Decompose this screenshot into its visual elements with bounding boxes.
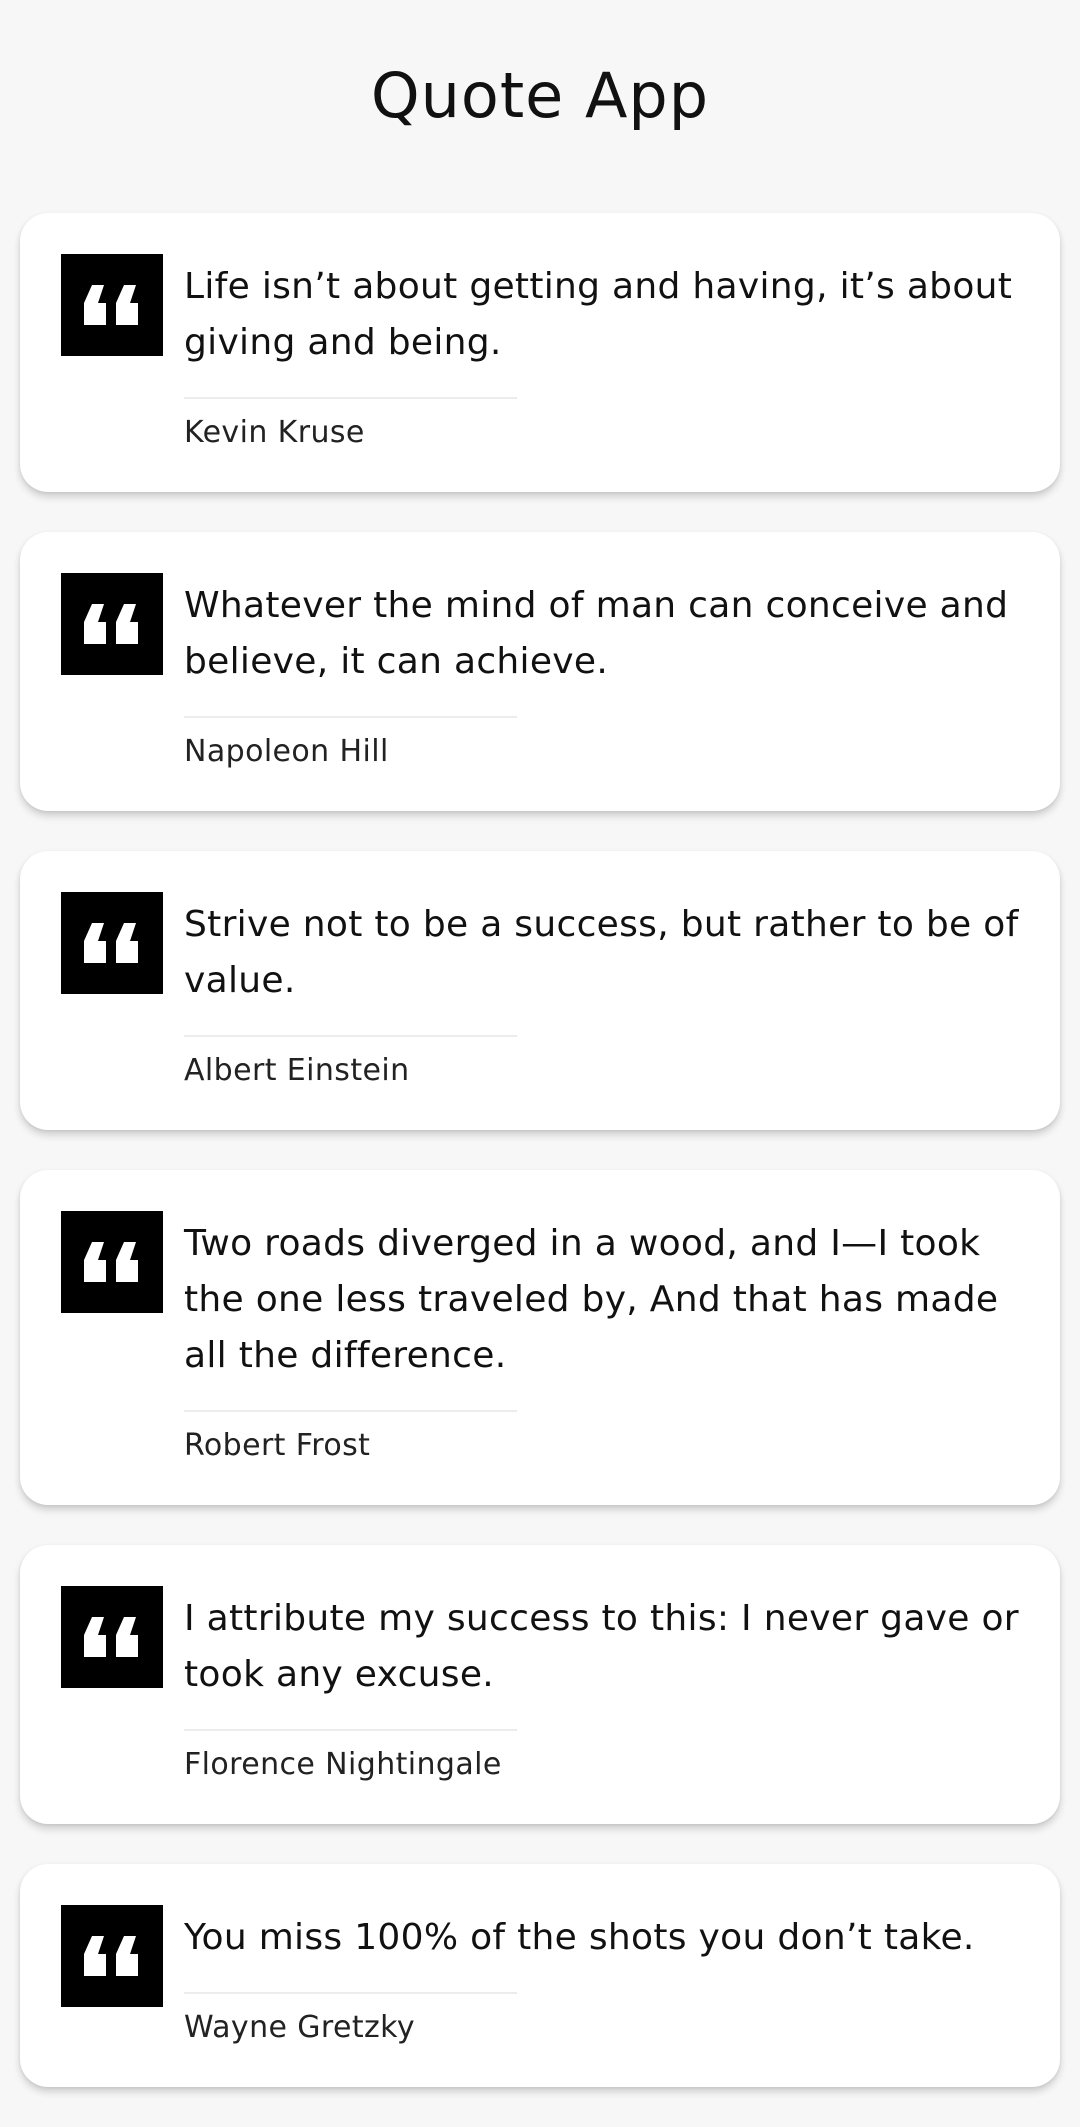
quote-author: Wayne Gretzky — [184, 2010, 416, 2045]
quote-text: I attribute my success to this: I never … — [184, 1598, 1019, 1695]
quote-divider — [184, 716, 517, 718]
quote-body: Whatever the mind of man can conceive an… — [184, 573, 1060, 772]
quote-divider — [184, 1035, 517, 1037]
quote-author: Albert Einstein — [184, 1053, 410, 1088]
quote-body: Strive not to be a success, but rather t… — [184, 892, 1060, 1091]
quote-body: Life isn’t about getting and having, it’… — [184, 254, 1060, 453]
quote-card[interactable]: Two roads diverged in a wood, and I—I to… — [20, 1170, 1060, 1505]
quote-icon — [61, 892, 163, 994]
quote-divider — [184, 397, 517, 399]
quote-icon — [61, 1586, 163, 1688]
quote-author: Florence Nightingale — [184, 1747, 502, 1782]
quote-body: You miss 100% of the shots you don’t tak… — [184, 1905, 1060, 2048]
quote-text: Life isn’t about getting and having, it’… — [184, 266, 1013, 363]
quote-text: Whatever the mind of man can conceive an… — [184, 585, 1009, 682]
quote-author: Napoleon Hill — [184, 734, 389, 769]
quote-icon — [61, 1905, 163, 2007]
quote-icon — [61, 573, 163, 675]
quote-divider — [184, 1410, 517, 1412]
quote-text: Strive not to be a success, but rather t… — [184, 904, 1019, 1001]
quote-card[interactable]: Strive not to be a success, but rather t… — [20, 851, 1060, 1130]
quote-author: Kevin Kruse — [184, 415, 365, 450]
quote-icon — [61, 254, 163, 356]
quote-card[interactable]: You miss 100% of the shots you don’t tak… — [20, 1864, 1060, 2087]
quote-text: Two roads diverged in a wood, and I—I to… — [184, 1223, 999, 1376]
quote-body: I attribute my success to this: I never … — [184, 1586, 1060, 1785]
quote-icon — [61, 1211, 163, 1313]
quote-body: Two roads diverged in a wood, and I—I to… — [184, 1211, 1060, 1466]
page-title: Quote App — [370, 59, 710, 132]
quote-list: Life isn’t about getting and having, it’… — [20, 213, 1060, 2127]
quote-divider — [184, 1729, 517, 1731]
quote-card[interactable]: Life isn’t about getting and having, it’… — [20, 213, 1060, 492]
quote-author: Robert Frost — [184, 1428, 371, 1463]
quote-card[interactable]: Whatever the mind of man can conceive an… — [20, 532, 1060, 811]
quote-text: You miss 100% of the shots you don’t tak… — [184, 1917, 975, 1958]
quote-card[interactable]: I attribute my success to this: I never … — [20, 1545, 1060, 1824]
quote-divider — [184, 1992, 517, 1994]
